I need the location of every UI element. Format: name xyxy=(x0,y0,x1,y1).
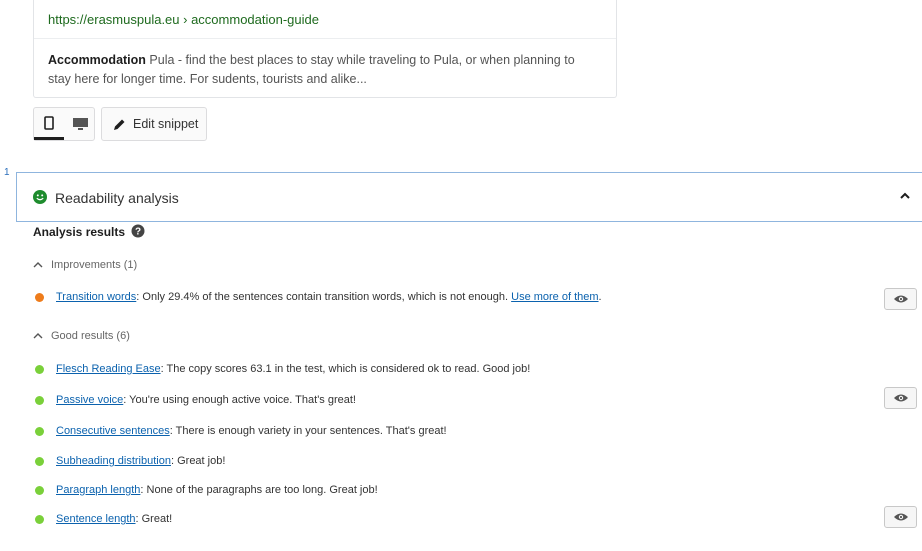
use-more-of-them-link[interactable]: Use more of them xyxy=(511,291,598,303)
result-text: : None of the paragraphs are too long. G… xyxy=(140,484,378,496)
result-text: : You're using enough active voice. That… xyxy=(123,394,356,406)
good-results-toggle[interactable]: Good results (6) xyxy=(33,330,130,342)
result-link-paragraph-length[interactable]: Paragraph length xyxy=(56,484,140,496)
green-bullet-icon xyxy=(35,457,44,466)
mobile-icon xyxy=(44,115,54,130)
eye-icon xyxy=(893,295,908,303)
analysis-results-title: Analysis results xyxy=(33,225,126,239)
help-icon[interactable]: ? xyxy=(131,224,145,238)
edit-snippet-label: Edit snippet xyxy=(133,117,199,131)
eye-button-passive-voice[interactable] xyxy=(884,387,917,409)
preview-mode-toggle xyxy=(33,107,95,141)
result-link-passive-voice[interactable]: Passive voice xyxy=(56,394,123,406)
eye-icon xyxy=(893,513,908,521)
result-text: : Great job! xyxy=(170,455,226,467)
eye-icon xyxy=(893,394,908,402)
result-tail: . xyxy=(598,291,602,303)
green-bullet-icon xyxy=(35,427,44,436)
result-text: : There is enough variety in your senten… xyxy=(169,425,447,437)
pencil-icon xyxy=(114,119,125,130)
snippet-url: https://erasmuspula.eu › accommodation-g… xyxy=(48,12,319,27)
result-link-subheading-distribution[interactable]: Subheading distribution xyxy=(56,455,171,467)
eye-button-sentence-length[interactable] xyxy=(884,506,917,528)
improvements-label: Improvements (1) xyxy=(51,259,138,271)
result-link-consecutive-sentences[interactable]: Consecutive sentences xyxy=(56,425,170,437)
snippet-description: Accommodation Pula - find the best place… xyxy=(48,51,588,89)
readability-title: Readability analysis xyxy=(55,190,179,206)
result-link-sentence-length[interactable]: Sentence length xyxy=(56,513,136,525)
chevron-up-icon[interactable] xyxy=(898,189,912,203)
green-bullet-icon xyxy=(35,396,44,405)
orange-bullet-icon xyxy=(35,293,44,302)
left-marker: 1 xyxy=(4,167,10,178)
result-text: : Great! xyxy=(135,513,173,525)
chevron-up-icon xyxy=(33,333,43,339)
readability-analysis-header[interactable]: Readability analysis xyxy=(16,172,922,222)
desktop-icon xyxy=(72,118,88,130)
snippet-description-bold: Accommodation xyxy=(48,53,146,67)
green-bullet-icon xyxy=(35,515,44,524)
mobile-preview-button[interactable] xyxy=(34,108,64,140)
improvements-toggle[interactable]: Improvements (1) xyxy=(33,259,137,271)
green-bullet-icon xyxy=(35,365,44,374)
good-results-label: Good results (6) xyxy=(51,330,130,342)
result-link-transition-words[interactable]: Transition words xyxy=(56,291,136,303)
result-text: : Only 29.4% of the sentences contain tr… xyxy=(136,291,512,303)
result-link-flesch[interactable]: Flesch Reading Ease xyxy=(56,363,161,375)
chevron-up-icon xyxy=(33,262,43,268)
snippet-preview: https://erasmuspula.eu › accommodation-g… xyxy=(33,0,617,98)
smiley-status-icon xyxy=(33,190,47,204)
desktop-preview-button[interactable] xyxy=(65,108,95,140)
svg-text:?: ? xyxy=(135,227,141,238)
eye-button-transition-words[interactable] xyxy=(884,288,917,310)
result-text: : The copy scores 63.1 in the test, whic… xyxy=(160,363,531,375)
green-bullet-icon xyxy=(35,486,44,495)
snippet-divider xyxy=(34,38,616,39)
edit-snippet-button[interactable]: Edit snippet xyxy=(101,107,207,141)
